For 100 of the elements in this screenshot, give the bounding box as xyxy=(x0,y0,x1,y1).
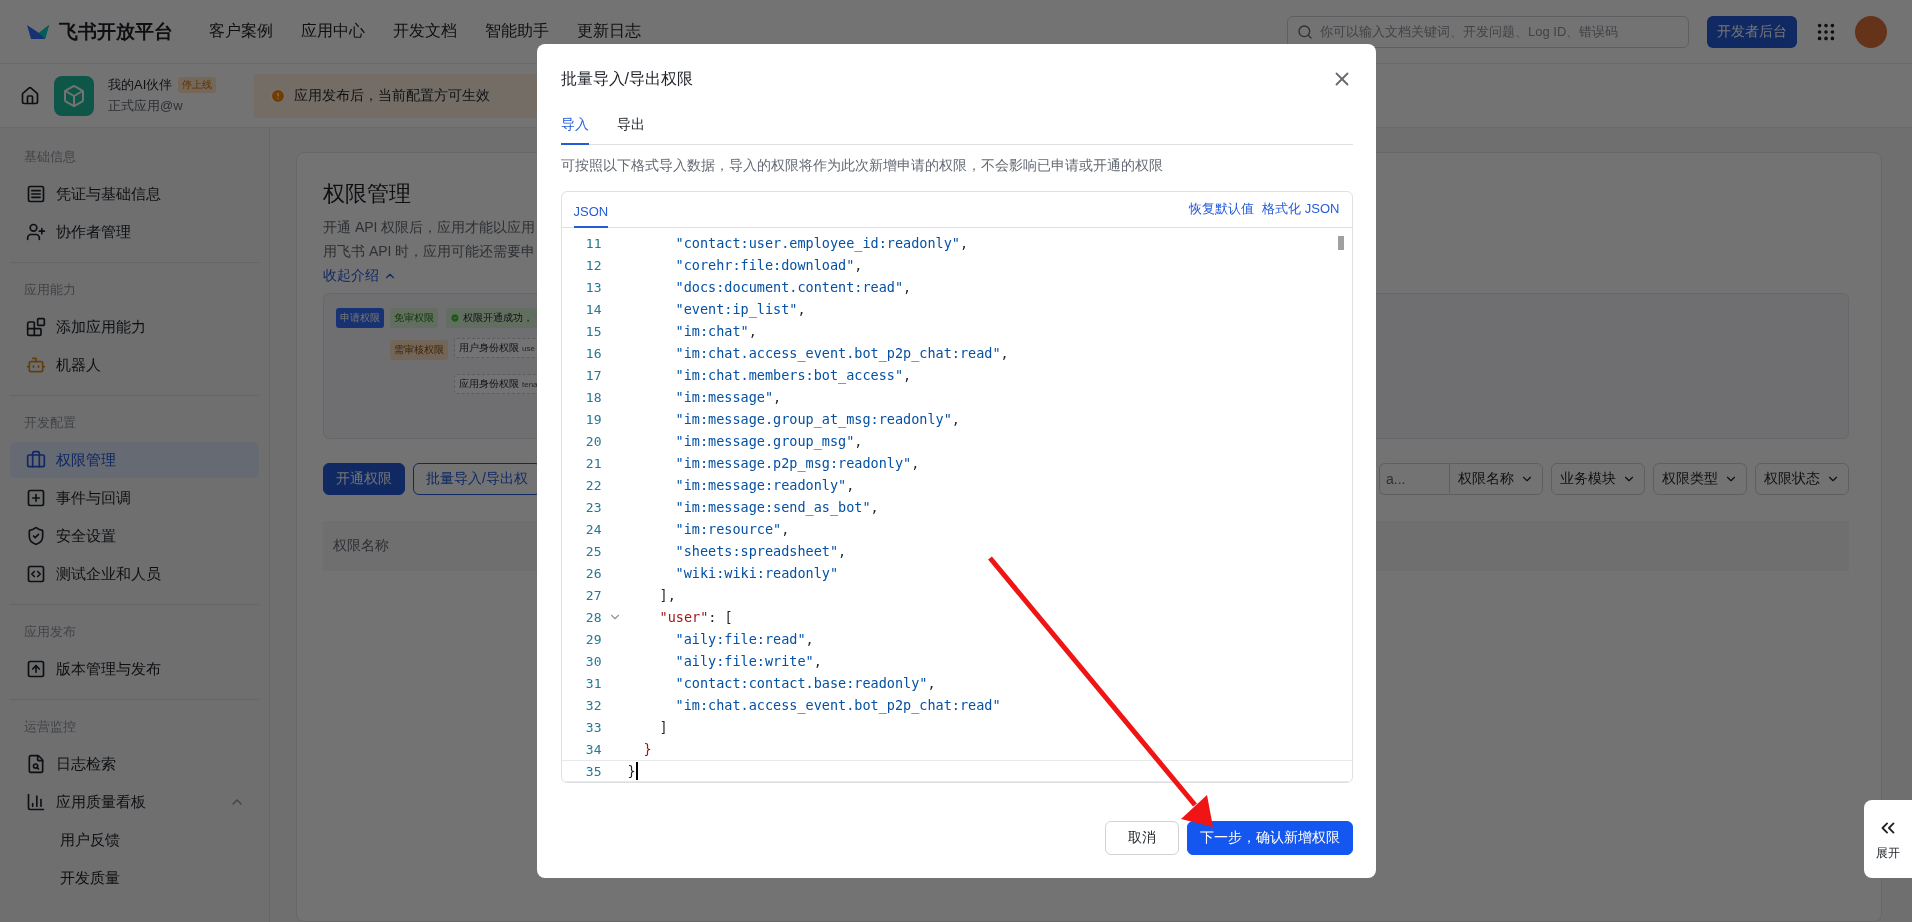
code-line: "im:message.group_at_msg:readonly", xyxy=(675,411,960,427)
code-line: "im:chat.access_event.bot_p2p_chat:read" xyxy=(675,697,1001,713)
filter-dropdown[interactable]: 权限名称 xyxy=(1449,463,1543,495)
check-circle-icon xyxy=(450,313,460,323)
line-number: 28 xyxy=(584,609,602,625)
search-field[interactable]: a... xyxy=(1379,463,1449,495)
code-line: ], xyxy=(659,587,676,603)
expand-tab[interactable]: 展开 xyxy=(1864,800,1912,878)
file-search-icon xyxy=(26,754,46,774)
nav-link[interactable]: 开发文档 xyxy=(393,21,457,42)
upload-square-icon xyxy=(26,659,46,679)
nav-link[interactable]: 应用中心 xyxy=(301,21,365,42)
user-plus-icon xyxy=(26,222,46,242)
line-number: 26 xyxy=(584,565,602,581)
line-number: 31 xyxy=(584,675,602,691)
line-number: 29 xyxy=(584,631,602,647)
line-number: 22 xyxy=(584,477,602,493)
action-button[interactable]: 开通权限 xyxy=(323,463,405,495)
sidebar-item[interactable]: 添加应用能力 xyxy=(10,309,259,345)
diagram-node: 免审权限 xyxy=(390,308,438,328)
plus-square-icon xyxy=(26,488,46,508)
logo-text: 飞书开放平台 xyxy=(59,19,173,44)
line-number: 32 xyxy=(584,697,602,713)
robot-icon xyxy=(26,355,46,375)
sidebar-item[interactable]: 安全设置 xyxy=(10,518,259,554)
blocks-icon xyxy=(26,317,46,337)
line-number: 20 xyxy=(584,433,602,449)
avatar[interactable] xyxy=(1855,15,1887,48)
dialog-description: 可按照以下格式导入数据，导入的权限将作为此次新增申请的权限，不会影响已申请或开通的权限 xyxy=(560,157,1164,175)
code-editor[interactable] xyxy=(560,191,1353,783)
sidebar-item[interactable]: 凭证与基础信息 xyxy=(10,176,259,212)
sidebar-item[interactable]: 用户反馈 xyxy=(10,822,259,858)
sidebar-item[interactable]: 日志检索 xyxy=(10,746,259,782)
code-line: "sheets:spreadsheet", xyxy=(675,543,847,559)
search-icon xyxy=(1297,23,1313,40)
code-line: "im:message:readonly", xyxy=(675,477,855,493)
collapse-link[interactable]: 收起介绍 xyxy=(323,267,397,285)
description-text: 用飞书 API 时，应用可能还需要申 xyxy=(323,243,536,261)
code-line: "aily:file:write", xyxy=(675,653,822,669)
editor-action-link[interactable]: 格式化 JSON xyxy=(1262,200,1340,218)
sidebar-item[interactable]: 协作者管理 xyxy=(10,214,259,250)
line-number: 23 xyxy=(584,499,602,515)
editor-tab[interactable]: JSON xyxy=(573,204,609,228)
line-number: 15 xyxy=(584,323,602,339)
sidebar-item[interactable]: 事件与回调 xyxy=(10,480,259,516)
code-line: "im:message.group_msg", xyxy=(675,433,863,449)
sidebar-item[interactable]: 权限管理 xyxy=(10,442,259,478)
code-line: } xyxy=(643,741,652,757)
code-line: "im:chat", xyxy=(675,323,757,339)
code-line: "contact:user.employee_id:readonly", xyxy=(675,235,969,251)
scrollbar-thumb[interactable] xyxy=(1337,236,1344,250)
line-number: 24 xyxy=(584,521,602,537)
line-number: 33 xyxy=(584,719,602,735)
line-number: 16 xyxy=(584,345,602,361)
filter-dropdown[interactable]: 权限类型 xyxy=(1653,463,1747,495)
bar-chart-icon xyxy=(26,792,46,812)
line-number: 13 xyxy=(584,279,602,295)
shield-icon xyxy=(26,526,46,546)
code-line: "im:chat.members:bot_access", xyxy=(675,367,912,383)
list-square-icon xyxy=(26,184,46,204)
home-icon[interactable] xyxy=(20,85,40,106)
alert-icon xyxy=(270,87,287,104)
filter-dropdown[interactable]: 业务模块 xyxy=(1551,463,1645,495)
line-number: 17 xyxy=(584,367,602,383)
cancel-button[interactable]: 取消 xyxy=(1104,821,1179,855)
sidebar-item[interactable]: 应用质量看板 xyxy=(10,784,259,820)
notice-text: 应用发布后，当前配置方可生效 xyxy=(294,86,491,105)
diagram-node: 权限开通成功， xyxy=(446,308,537,328)
filter-dropdown[interactable]: 权限状态 xyxy=(1755,463,1849,495)
app-name: 我的AI伙伴 xyxy=(108,76,173,94)
sidebar-item[interactable]: 开发质量 xyxy=(10,860,259,896)
code-line: "corehr:file:download", xyxy=(675,257,863,273)
dialog-tab[interactable]: 导出 xyxy=(616,108,645,145)
dialog-title: 批量导入/导出权限 xyxy=(560,68,693,89)
code-line: "user": [ xyxy=(659,609,733,625)
code-line: } xyxy=(627,763,636,779)
line-number: 30 xyxy=(584,653,602,669)
diagram-node: 申请权限 xyxy=(336,308,384,328)
status-badge: 停上线 xyxy=(178,77,217,93)
dialog-tab[interactable]: 导入 xyxy=(560,108,589,145)
code-line: "event:ip_list", xyxy=(675,301,806,317)
line-number: 35 xyxy=(584,763,602,779)
sidebar-item[interactable]: 版本管理与发布 xyxy=(10,651,259,687)
editor-action-link[interactable]: 恢复默认值 xyxy=(1189,200,1255,218)
line-number: 18 xyxy=(584,389,602,405)
app-icon xyxy=(54,75,94,116)
console-button[interactable]: 开发者后台 xyxy=(1707,15,1797,48)
confirm-button[interactable]: 下一步，确认新增权限 xyxy=(1186,821,1353,855)
nav-link[interactable]: 智能助手 xyxy=(485,21,549,42)
diagram-node: 用户身份权限 use xyxy=(454,338,540,358)
description-text: 开通 API 权限后，应用才能以应用 xyxy=(323,219,536,237)
nav-link[interactable]: 客户案例 xyxy=(209,21,273,42)
sidebar-item[interactable]: 机器人 xyxy=(10,347,259,383)
diagram-node: 需审核权限 xyxy=(390,340,448,360)
code-line: "im:message:send_as_bot", xyxy=(675,499,879,515)
sidebar-item[interactable]: 测试企业和人员 xyxy=(10,556,259,592)
line-number: 34 xyxy=(584,741,602,757)
nav-link[interactable]: 更新日志 xyxy=(577,21,641,42)
code-line: "docs:document.content:read", xyxy=(675,279,912,295)
line-number: 12 xyxy=(584,257,602,273)
